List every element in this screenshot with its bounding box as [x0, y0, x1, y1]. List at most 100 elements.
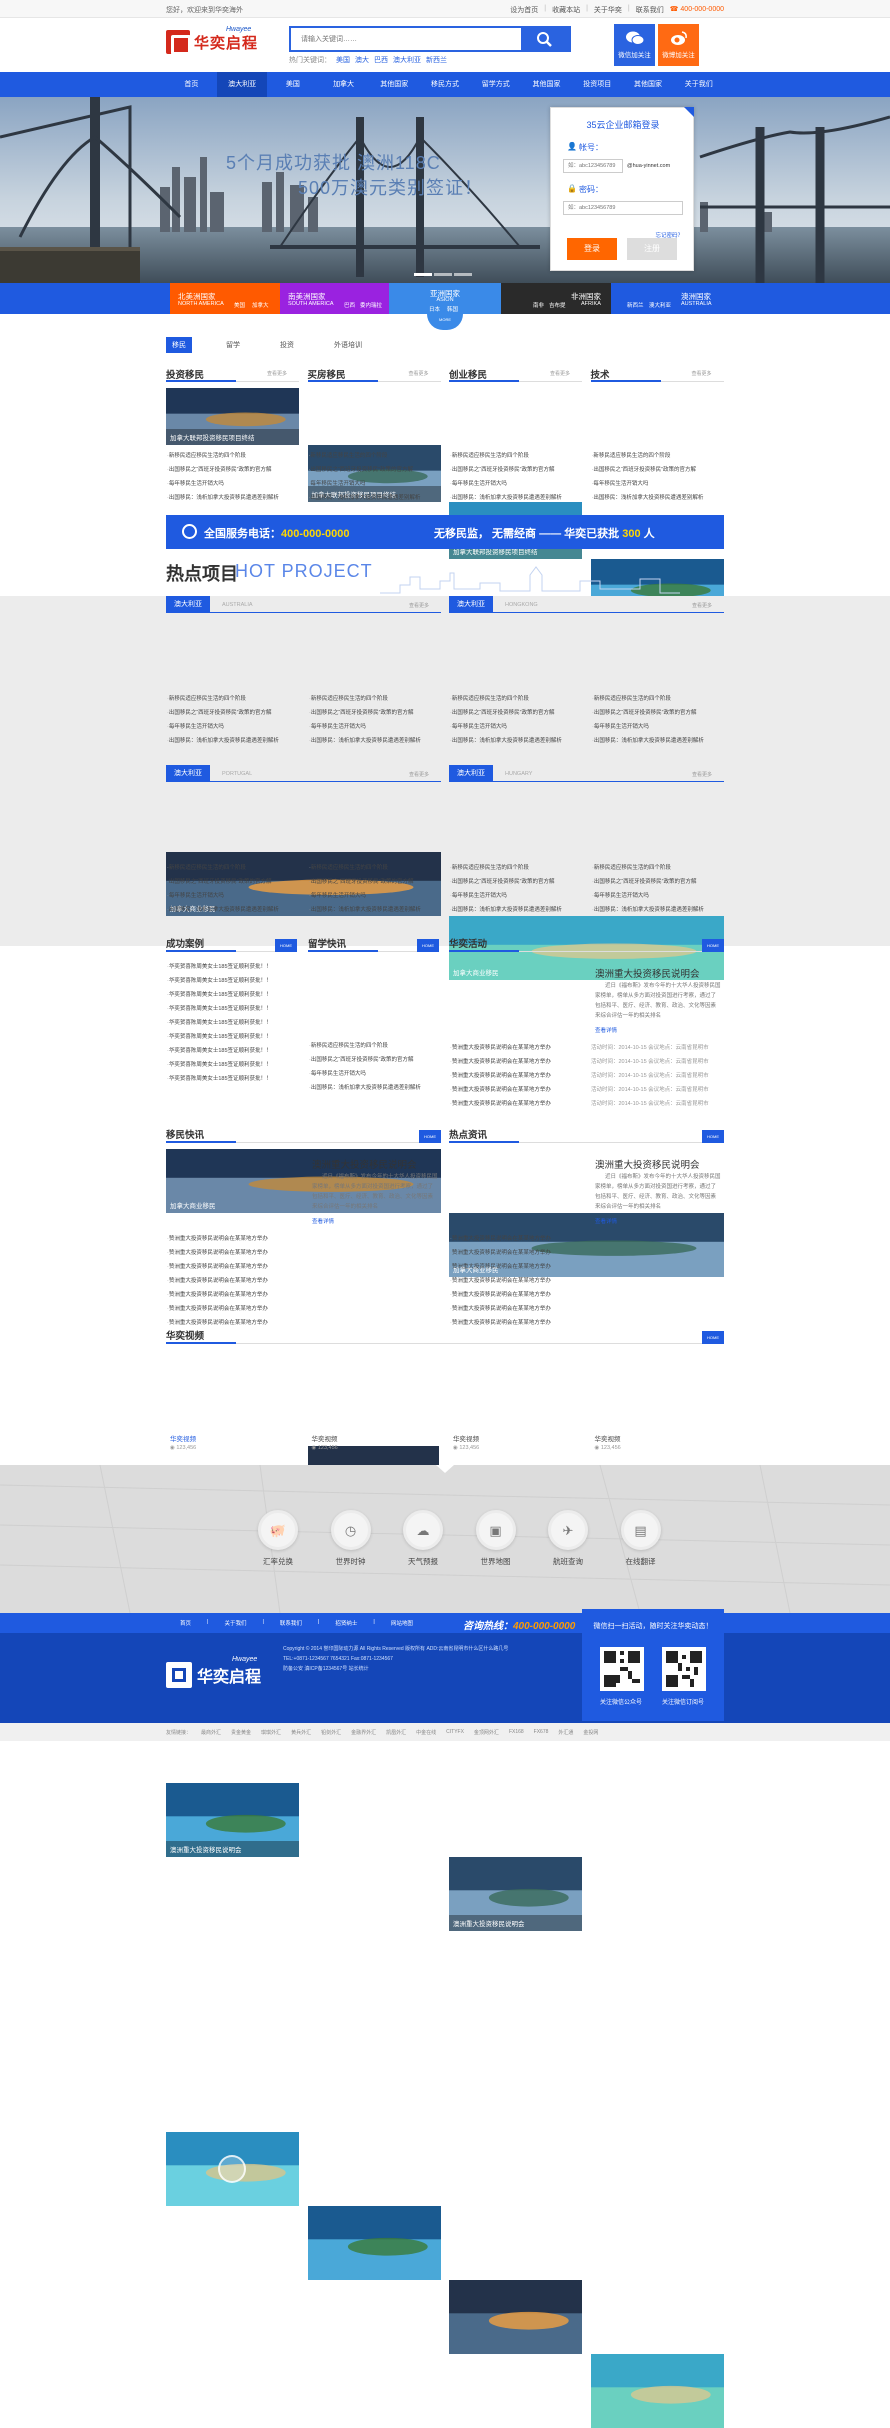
feature-more-link[interactable]: 查看详情: [312, 1217, 334, 1225]
list-item[interactable]: 出国移民之“西班牙投资移民”政策的官方解: [592, 875, 727, 889]
footer-link-contact[interactable]: 联系我们: [280, 1619, 302, 1627]
list-item[interactable]: 赞洲重大投资移民说明会在某某地方举办: [167, 1246, 302, 1260]
list-item[interactable]: 出国移民：浅析加拿大投资移民遭遇差别解析: [167, 903, 302, 917]
list-item[interactable]: 出国移民：浅析加拿大投资移民遭遇差别解析: [309, 1081, 444, 1095]
feature-more-link[interactable]: 查看详情: [595, 1026, 617, 1034]
list-item[interactable]: 出国移民：浅析加拿大投资移民遭遇差别解析: [167, 491, 300, 505]
feature-more-link[interactable]: 查看详情: [595, 1217, 617, 1225]
region-north-america[interactable]: 北美洲国家 NORTH AMERICA 美国 加拿大: [170, 283, 280, 314]
home-button[interactable]: HOME: [419, 1130, 441, 1143]
home-button[interactable]: HOME: [702, 1130, 724, 1143]
feature-image[interactable]: 澳洲重大投资移民说明会: [449, 1857, 582, 1931]
friend-link[interactable]: 凯凰外汇: [386, 1729, 406, 1736]
search-button[interactable]: [521, 28, 569, 50]
friend-link[interactable]: 金投网: [583, 1729, 598, 1736]
list-item[interactable]: 赞洲重大投资移民说明会在某某地方举办: [167, 1288, 302, 1302]
region-africa[interactable]: 南非 吉布提 非洲国家 AFRIKA: [501, 283, 611, 314]
list-item[interactable]: 出国移民之“西班牙投资移民”政策的官方解: [309, 875, 444, 889]
list-item[interactable]: 华奕贺喜陈周美女士185签证顺利获批！！: [167, 960, 302, 974]
more-link[interactable]: 查看更多: [692, 771, 712, 778]
tab-immigration[interactable]: 移民: [166, 337, 192, 353]
nav-item-other[interactable]: 其他国家: [521, 72, 572, 97]
tool-translate[interactable]: ▤ 在线翻译: [611, 1510, 671, 1567]
friend-link[interactable]: 琪琪外汇: [261, 1729, 281, 1736]
list-item[interactable]: 每年移民生活开销大吗: [309, 720, 444, 734]
list-item[interactable]: 每年移民生活开销大吗: [592, 720, 727, 734]
list-item[interactable]: 出国移民：浅析加拿大投资移民遭遇差别解析: [450, 734, 585, 748]
list-item[interactable]: 赞洲重大投资移民说明会在某某地方举办: [450, 1260, 585, 1274]
list-item[interactable]: 赞洲重大投资移民说明会在某某地方举办: [450, 1083, 585, 1097]
list-item[interactable]: 出国移民之“西班牙投资移民”政策的官方解: [167, 706, 302, 720]
region-south-america[interactable]: 南美洲国家 SOUTH AMERICA 巴西 委内瑞拉: [280, 283, 389, 314]
more-link[interactable]: 查看更多: [409, 602, 429, 609]
search-input[interactable]: [291, 28, 521, 50]
wechat-follow-button[interactable]: 微信加关注: [614, 24, 655, 66]
list-item[interactable]: 出国移民之“西班牙投资移民”政策的官方解: [167, 875, 302, 889]
list-item[interactable]: 新移民适应移民生活的四个阶段: [592, 692, 727, 706]
list-item[interactable]: 华奕贺喜陈周美女士185签证顺利获批！！: [167, 1044, 302, 1058]
weibo-follow-button[interactable]: 微博加关注: [658, 24, 699, 66]
video-thumbnail[interactable]: [307, 2206, 441, 2280]
list-item[interactable]: 华奕贺喜陈周美女士185签证顺利获批！！: [167, 1016, 302, 1030]
list-item[interactable]: 出国移民之“西班牙投资移民”政策的官方解: [309, 1053, 444, 1067]
list-item[interactable]: 赞洲重大投资移民说明会在某某地方举办: [167, 1274, 302, 1288]
login-button[interactable]: 登录: [567, 238, 617, 260]
feature-headline[interactable]: 澳洲重大投资移民说明会: [312, 1157, 417, 1171]
list-item[interactable]: 出国移民：浅析加拿大投资移民遭遇差别解析: [450, 903, 585, 917]
feature-headline[interactable]: 澳洲重大投资移民说明会: [595, 1157, 700, 1171]
friend-link[interactable]: 贵金黄金: [231, 1729, 251, 1736]
friend-link[interactable]: 金融界外汇: [351, 1729, 376, 1736]
more-link[interactable]: 查看更多: [692, 370, 712, 377]
list-item[interactable]: 赞洲重大投资移民说明会在某某地方举办: [450, 1055, 585, 1069]
list-item[interactable]: 赞洲重大投资移民说明会在某某地方举办: [167, 1260, 302, 1274]
list-item[interactable]: 出国移民：浅析加拿大投资移民遭遇差别解析: [592, 903, 727, 917]
list-item[interactable]: 华奕贺喜陈周美女士185签证顺利获批！！: [167, 1058, 302, 1072]
list-item[interactable]: 赞洲重大投资移民说明会在某某地方举办: [450, 1232, 585, 1246]
friend-link[interactable]: 金顶网外汇: [474, 1729, 499, 1736]
list-item[interactable]: 出国移民之“西班牙投资移民”政策的官方解: [450, 463, 583, 477]
list-item[interactable]: 华奕贺喜陈周美女士185签证顺利获批！！: [167, 974, 302, 988]
list-item[interactable]: 出国移民：浅析加拿大投资移民遭遇差别解析: [592, 734, 727, 748]
list-item[interactable]: 赞洲重大投资移民说明会在某某地方举办: [450, 1041, 585, 1055]
more-link[interactable]: 查看更多: [409, 771, 429, 778]
list-item[interactable]: 出国移民之“西班牙投资移民”政策的官方解: [167, 463, 300, 477]
nav-item-canada[interactable]: 加拿大: [318, 72, 369, 97]
set-homepage-link[interactable]: 设为首页: [510, 5, 538, 15]
column-image[interactable]: 加拿大联邦投资移民项目终结: [166, 388, 299, 445]
footer-link-about[interactable]: 关于我们: [224, 1619, 246, 1627]
about-link[interactable]: 关于华奕: [594, 5, 622, 15]
tab-study[interactable]: 留学: [220, 337, 246, 353]
friend-link[interactable]: FX678: [534, 1729, 549, 1736]
video-thumbnail[interactable]: [166, 2132, 299, 2206]
list-item[interactable]: 每年移民生活开销大吗: [450, 720, 585, 734]
nav-item-usa[interactable]: 美国: [267, 72, 318, 97]
list-item[interactable]: 出国移民：浅析加拿大投资移民遭遇差别解析: [309, 903, 444, 917]
list-item[interactable]: 每年移民生活开销大吗: [167, 477, 300, 491]
list-item[interactable]: 出国移民之“西班牙投资移民”政策的官方解: [450, 875, 585, 889]
video-title[interactable]: 华奕视频: [453, 1433, 479, 1443]
footer-link-jobs[interactable]: 招贤纳士: [335, 1619, 357, 1627]
list-item[interactable]: 华奕贺喜陈周美女士185签证顺利获批！！: [167, 1072, 302, 1086]
list-item[interactable]: 新移民适应移民生活的四个阶段: [450, 692, 585, 706]
list-item[interactable]: 新移民适应移民生活的四个阶段: [592, 861, 727, 875]
friend-link[interactable]: 铅剑外汇: [321, 1729, 341, 1736]
site-logo[interactable]: 华奕启程 Hwayee: [166, 26, 258, 55]
list-item[interactable]: 出国移民：浅析加拿大投资移民遭遇差别解析: [309, 734, 444, 748]
nav-item-about[interactable]: 关于我们: [673, 72, 724, 97]
home-button[interactable]: HOME: [417, 939, 439, 952]
nav-item-immigration[interactable]: 移民方式: [420, 72, 471, 97]
list-item[interactable]: 新移民适应移民生活的四个阶段: [167, 692, 302, 706]
list-item[interactable]: 新移民适应移民生活的四个阶段: [167, 861, 302, 875]
nav-item-study[interactable]: 留学方式: [470, 72, 521, 97]
list-item[interactable]: 赞洲重大投资移民说明会在某某地方举办: [167, 1302, 302, 1316]
list-item[interactable]: 新移民适应移民生活的四个阶段: [450, 449, 583, 463]
project-tag[interactable]: 澳大利亚: [166, 765, 210, 782]
more-link[interactable]: 查看更多: [692, 602, 712, 609]
list-item[interactable]: 赞洲重大投资移民说明会在某某地方举办: [450, 1097, 585, 1111]
list-item[interactable]: 出国移民之“西班牙投资移民”政策的官方解: [309, 463, 442, 477]
video-title[interactable]: 华奕视频: [170, 1433, 196, 1443]
list-item[interactable]: 赞洲重大投资移民说明会在某某地方举办: [450, 1288, 585, 1302]
password-input[interactable]: [563, 201, 683, 215]
list-item[interactable]: 出国移民：浅析加拿大投资移民遭遇差别解析: [309, 491, 442, 505]
banner-dot[interactable]: [454, 273, 472, 276]
